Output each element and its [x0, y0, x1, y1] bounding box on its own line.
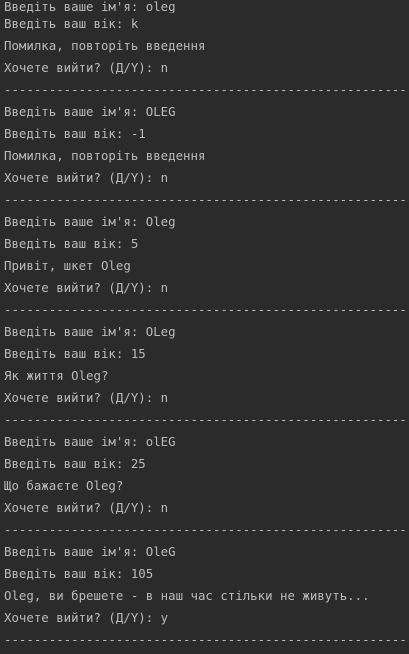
separator-line: ----------------------------------------… — [4, 302, 407, 317]
console-line: Помилка, повторіть введення — [4, 148, 206, 163]
console-line: Введіть ваш вік: 15 — [4, 346, 146, 361]
console-line: Введіть ваш вік: 25 — [4, 456, 146, 471]
console-line: Введіть ваш вік: 105 — [4, 566, 154, 581]
console-line: Введіть ваше ім'я: oleg — [4, 0, 176, 13]
console-line: Що бажаєте Oleg? — [4, 478, 124, 493]
console-line: Хочете вийти? (Д/Y): y — [4, 610, 169, 625]
console-line: Введіть ваш вік: k — [4, 16, 139, 31]
console-line: Введіть ваше ім'я: OleG — [4, 544, 176, 559]
console-line: Як життя Oleg? — [4, 368, 109, 383]
console-line: Хочете вийти? (Д/Y): n — [4, 280, 169, 295]
separator-line: ----------------------------------------… — [4, 82, 407, 97]
console-line: Хочете вийти? (Д/Y): n — [4, 170, 169, 185]
separator-line: ----------------------------------------… — [4, 412, 407, 427]
console-line: Помилка, повторіть введення — [4, 38, 206, 53]
console-output[interactable]: Введіть ваше ім'я: oleg Введіть ваш вік: … — [0, 0, 409, 654]
console-line: Привіт, шкет Oleg — [4, 258, 131, 273]
console-line: Хочете вийти? (Д/Y): n — [4, 390, 169, 405]
console-line: Введіть ваш вік: -1 — [4, 126, 146, 141]
console-line: Введіть ваше ім'я: OLeg — [4, 324, 176, 339]
console-line: Введіть ваш вік: 5 — [4, 236, 139, 251]
console-line: Введіть ваше ім'я: Oleg — [4, 214, 176, 229]
separator-line: ----------------------------------------… — [4, 632, 407, 647]
console-line: Oleg, ви брешете - в наш час стільки не … — [4, 588, 370, 603]
separator-line: ----------------------------------------… — [4, 192, 407, 207]
console-line: Введіть ваше ім'я: olEG — [4, 434, 176, 449]
console-line: Введіть ваше ім'я: OLEG — [4, 104, 176, 119]
console-line: Хочете вийти? (Д/Y): n — [4, 500, 169, 515]
separator-line: ----------------------------------------… — [4, 522, 407, 537]
console-line: Хочете вийти? (Д/Y): n — [4, 60, 169, 75]
